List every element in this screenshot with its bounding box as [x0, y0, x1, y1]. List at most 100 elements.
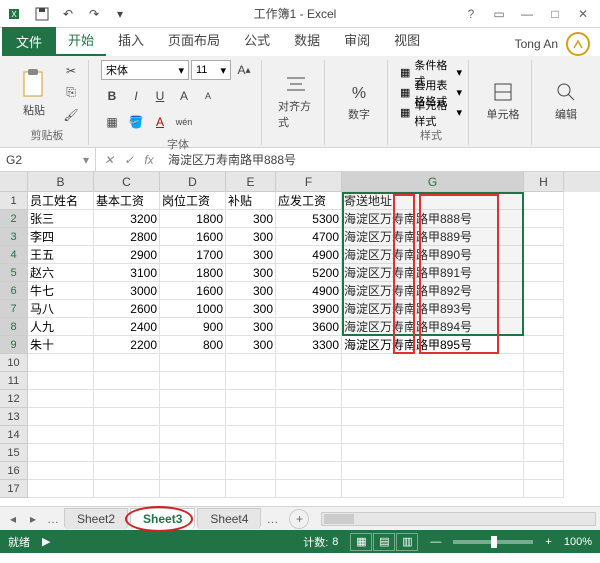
cell-E17[interactable]	[226, 480, 276, 498]
row-header-1[interactable]: 1	[0, 192, 28, 210]
enter-formula-icon[interactable]: ✓	[120, 151, 138, 169]
cell-H16[interactable]	[524, 462, 564, 480]
row-header-2[interactable]: 2	[0, 210, 28, 228]
cell-E9[interactable]: 300	[226, 336, 276, 354]
zoom-level[interactable]: 100%	[564, 536, 592, 548]
format-painter-icon[interactable]: 🖌	[60, 105, 82, 125]
col-header-D[interactable]: D	[160, 172, 226, 192]
cell-B11[interactable]	[28, 372, 94, 390]
row-header-10[interactable]: 10	[0, 354, 28, 372]
col-header-B[interactable]: B	[28, 172, 94, 192]
cell-C4[interactable]: 2900	[94, 246, 160, 264]
cell-E7[interactable]: 300	[226, 300, 276, 318]
cell-B7[interactable]: 马八	[28, 300, 94, 318]
row-header-11[interactable]: 11	[0, 372, 28, 390]
cell-E10[interactable]	[226, 354, 276, 372]
cell-B17[interactable]	[28, 480, 94, 498]
cell-E12[interactable]	[226, 390, 276, 408]
cell-C2[interactable]: 3200	[94, 210, 160, 228]
cell-F9[interactable]: 3300	[276, 336, 342, 354]
sheet-nav-more-2[interactable]: …	[263, 510, 281, 528]
editing-button[interactable]: 编辑	[544, 69, 588, 133]
formulas-tab[interactable]: 公式	[232, 25, 282, 56]
name-box[interactable]: G2▾	[0, 148, 96, 171]
row-header-9[interactable]: 9	[0, 336, 28, 354]
excel-icon[interactable]: X	[4, 3, 28, 25]
cell-E13[interactable]	[226, 408, 276, 426]
cell-E16[interactable]	[226, 462, 276, 480]
row-header-4[interactable]: 4	[0, 246, 28, 264]
sheet-tab-3[interactable]: Sheet3	[130, 508, 195, 529]
fill-color-icon[interactable]: 🪣	[125, 112, 147, 132]
cell-B3[interactable]: 李四	[28, 228, 94, 246]
cell-E5[interactable]: 300	[226, 264, 276, 282]
alignment-button[interactable]: 对齐方式	[274, 69, 318, 133]
cell-E8[interactable]: 300	[226, 318, 276, 336]
cell-B2[interactable]: 张三	[28, 210, 94, 228]
cell-G15[interactable]	[342, 444, 524, 462]
cell-C16[interactable]	[94, 462, 160, 480]
cell-C14[interactable]	[94, 426, 160, 444]
cell-B10[interactable]	[28, 354, 94, 372]
cell-E6[interactable]: 300	[226, 282, 276, 300]
underline-button[interactable]: U	[149, 86, 171, 106]
cell-H13[interactable]	[524, 408, 564, 426]
cell-D9[interactable]: 800	[160, 336, 226, 354]
cell-C12[interactable]	[94, 390, 160, 408]
font-name-select[interactable]: 宋体 ▾	[101, 60, 189, 80]
data-tab[interactable]: 数据	[282, 25, 332, 56]
user-name[interactable]: Tong An	[515, 37, 558, 51]
cancel-formula-icon[interactable]: ✕	[100, 151, 118, 169]
cell-D6[interactable]: 1600	[160, 282, 226, 300]
cell-G1[interactable]: 寄送地址	[342, 192, 524, 210]
row-header-17[interactable]: 17	[0, 480, 28, 498]
sheet-nav-more[interactable]: …	[44, 510, 62, 528]
help-icon[interactable]: ?	[458, 3, 484, 25]
page-break-view-icon[interactable]: ▥	[396, 533, 418, 551]
cell-G4[interactable]: 海淀区万寿南路甲890号	[342, 246, 524, 264]
cell-G3[interactable]: 海淀区万寿南路甲889号	[342, 228, 524, 246]
cell-G2[interactable]: 海淀区万寿南路甲888号	[342, 210, 524, 228]
cell-C8[interactable]: 2400	[94, 318, 160, 336]
cell-F8[interactable]: 3600	[276, 318, 342, 336]
row-header-3[interactable]: 3	[0, 228, 28, 246]
cell-styles-button[interactable]: ▦单元格样式 ▾	[400, 104, 462, 122]
cell-F12[interactable]	[276, 390, 342, 408]
increase-font-icon[interactable]: A▴	[233, 60, 255, 80]
cell-E11[interactable]	[226, 372, 276, 390]
cells-button[interactable]: 单元格	[481, 69, 525, 133]
cell-G16[interactable]	[342, 462, 524, 480]
cell-D14[interactable]	[160, 426, 226, 444]
record-macro-icon[interactable]: ▶	[42, 535, 50, 548]
cell-F7[interactable]: 3900	[276, 300, 342, 318]
cell-C1[interactable]: 基本工资	[94, 192, 160, 210]
phonetic-icon[interactable]: wén	[173, 112, 195, 132]
row-header-14[interactable]: 14	[0, 426, 28, 444]
cell-E2[interactable]: 300	[226, 210, 276, 228]
cell-F1[interactable]: 应发工资	[276, 192, 342, 210]
cell-F10[interactable]	[276, 354, 342, 372]
cell-C10[interactable]	[94, 354, 160, 372]
review-tab[interactable]: 审阅	[332, 25, 382, 56]
cell-G8[interactable]: 海淀区万寿南路甲894号	[342, 318, 524, 336]
cell-F6[interactable]: 4900	[276, 282, 342, 300]
cell-D3[interactable]: 1600	[160, 228, 226, 246]
bold-button[interactable]: B	[101, 86, 123, 106]
cell-C3[interactable]: 2800	[94, 228, 160, 246]
file-tab[interactable]: 文件	[2, 27, 56, 56]
ribbon-options-icon[interactable]: ▭	[486, 3, 512, 25]
col-header-F[interactable]: F	[276, 172, 342, 192]
cell-C6[interactable]: 3000	[94, 282, 160, 300]
cell-D12[interactable]	[160, 390, 226, 408]
row-header-15[interactable]: 15	[0, 444, 28, 462]
cell-H12[interactable]	[524, 390, 564, 408]
italic-button[interactable]: I	[125, 86, 147, 106]
col-header-E[interactable]: E	[226, 172, 276, 192]
save-icon[interactable]	[30, 3, 54, 25]
cell-D7[interactable]: 1000	[160, 300, 226, 318]
cell-C7[interactable]: 2600	[94, 300, 160, 318]
cell-G9[interactable]: 海淀区万寿南路甲895号	[342, 336, 524, 354]
formula-bar[interactable]: 海淀区万寿南路甲888号	[162, 151, 600, 168]
cell-G13[interactable]	[342, 408, 524, 426]
cell-G12[interactable]	[342, 390, 524, 408]
